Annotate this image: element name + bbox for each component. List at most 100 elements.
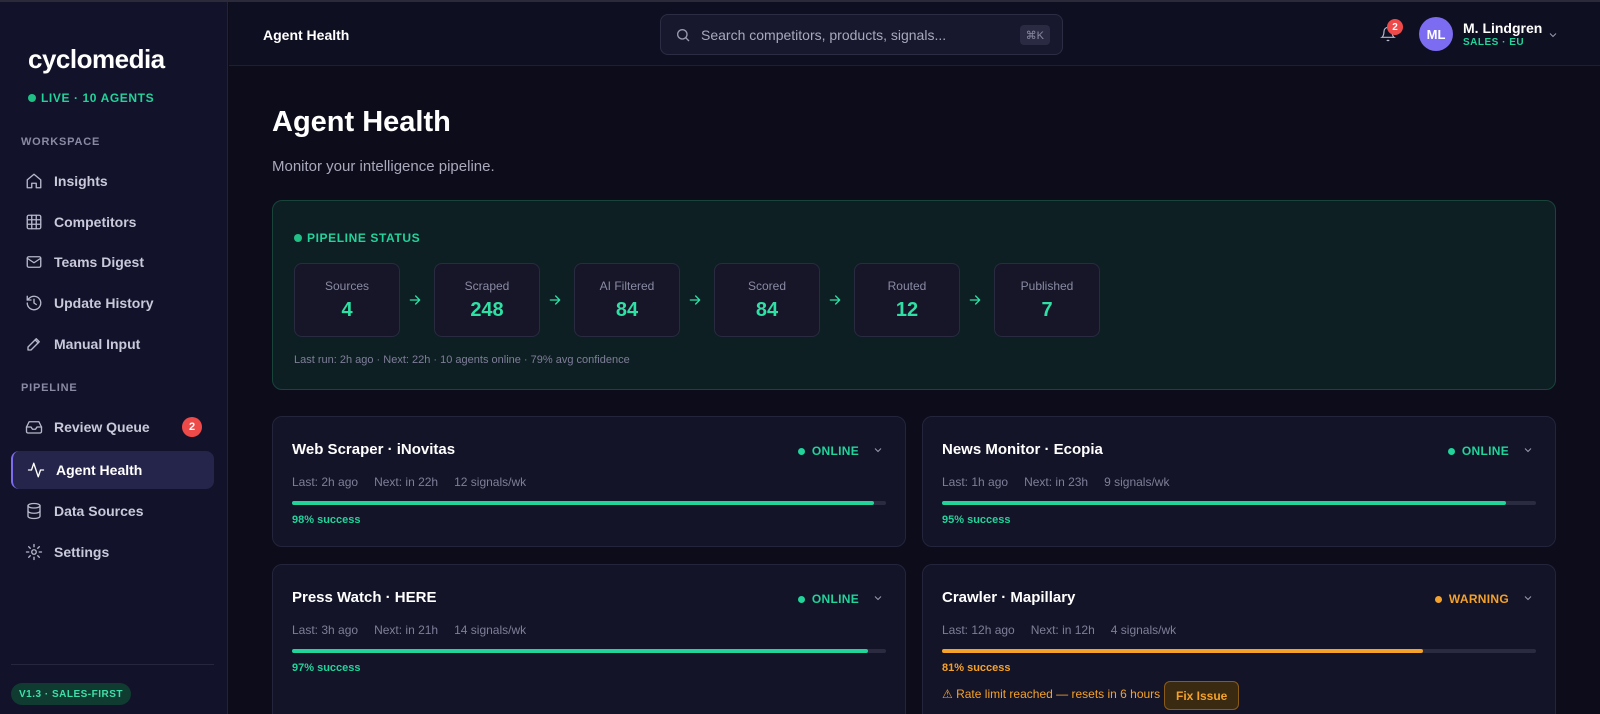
agent-next-run: Next: in 22h: [374, 475, 439, 489]
mail-icon: [25, 253, 43, 271]
version-badge: V1.3 · SALES-FIRST: [11, 683, 132, 705]
sidebar: cyclomedia LIVE · 10 AGENTS WORKSPACE In…: [0, 2, 228, 714]
agent-card-web-scraper[interactable]: Web Scraper · iNovitas ONLINE Last: 2h a…: [272, 416, 906, 547]
page-subtitle: Monitor your intelligence pipeline.: [272, 158, 495, 175]
stage-label: Published: [1020, 279, 1074, 293]
status-text: ONLINE: [811, 444, 859, 458]
success-progress-fill: [942, 501, 1507, 505]
expand-chevron-down-icon[interactable]: [872, 591, 884, 603]
success-progress-bar: [292, 649, 886, 653]
expand-chevron-down-icon[interactable]: [1522, 443, 1534, 455]
success-progress-fill: [292, 649, 869, 653]
user-name[interactable]: M. Lindgren: [1463, 20, 1542, 36]
stage-value: 248: [470, 299, 504, 321]
agent-signals: 4 signals/wk: [1110, 623, 1177, 637]
agent-name: News Monitor · Ecopia: [942, 441, 1103, 458]
sidebar-item-competitors[interactable]: Competitors: [11, 203, 214, 241]
stage-value: 7: [1041, 299, 1053, 321]
sidebar-item-insights[interactable]: Insights: [11, 162, 214, 200]
expand-chevron-down-icon[interactable]: [872, 443, 884, 455]
fix-issue-button[interactable]: Fix Issue: [1164, 681, 1240, 710]
agent-last-run: Last: 12h ago: [942, 623, 1015, 637]
status-badge: WARNING: [1434, 592, 1509, 606]
user-menu-chevron-down-icon[interactable]: [1547, 28, 1559, 40]
home-icon: [25, 172, 43, 190]
sidebar-item-teams-digest[interactable]: Teams Digest: [11, 243, 214, 281]
pen-icon: [25, 335, 43, 353]
arrow-right-icon: [547, 292, 563, 308]
review-queue-badge: 2: [182, 417, 202, 437]
sidebar-divider: [11, 664, 214, 665]
agent-success-rate: 81% success: [942, 662, 1011, 674]
search-shortcut: ⌘K: [1019, 25, 1050, 45]
sidebar-item-label: Competitors: [54, 214, 137, 230]
pipeline-stage-scraped: Scraped 248: [434, 263, 540, 337]
sidebar-item-label: Review Queue: [54, 419, 150, 435]
agent-card-press-watch[interactable]: Press Watch · HERE ONLINE Last: 3h ago N…: [272, 564, 906, 714]
sidebar-item-update-history[interactable]: Update History: [11, 284, 214, 322]
sidebar-item-data-sources[interactable]: Data Sources: [11, 492, 214, 530]
success-progress-fill: [292, 501, 875, 505]
agent-card-crawler[interactable]: Crawler · Mapillary WARNING Last: 12h ag…: [922, 564, 1556, 714]
status-text: ONLINE: [1461, 444, 1509, 458]
agent-meta: Last: 1h ago Next: in 23h 9 signals/wk: [942, 475, 1169, 489]
stage-value: 4: [341, 299, 353, 321]
agent-success-rate: 95% success: [942, 514, 1011, 526]
pipeline-stage-published: Published 7: [994, 263, 1100, 337]
status-dot-icon: [294, 234, 302, 242]
pipeline-status-panel: PIPELINE STATUS Sources 4 Scraped 248 AI…: [272, 200, 1556, 390]
sidebar-item-review-queue[interactable]: Review Queue 2: [11, 408, 214, 446]
stage-value: 12: [895, 299, 919, 321]
agent-signals: 14 signals/wk: [454, 623, 527, 637]
agent-card-news-monitor[interactable]: News Monitor · Ecopia ONLINE Last: 1h ag…: [922, 416, 1556, 547]
agent-next-run: Next: in 12h: [1030, 623, 1095, 637]
sidebar-item-label: Agent Health: [56, 462, 143, 478]
user-role: SALES · EU: [1463, 37, 1525, 48]
search-icon: [677, 28, 690, 41]
stage-label: AI Filtered: [599, 279, 655, 293]
status-text: WARNING: [1448, 592, 1509, 606]
arrow-right-icon: [407, 292, 423, 308]
stage-label: Scraped: [464, 279, 510, 293]
workspace-section-label: WORKSPACE: [21, 136, 101, 148]
history-icon: [25, 294, 43, 312]
sidebar-item-settings[interactable]: Settings: [11, 533, 214, 571]
status-dot-icon: [797, 447, 805, 455]
agent-meta: Last: 2h ago Next: in 22h 12 signals/wk: [292, 475, 526, 489]
sidebar-item-manual-input[interactable]: Manual Input: [11, 325, 214, 363]
status-badge: ONLINE: [1447, 444, 1509, 458]
activity-icon: [27, 461, 45, 479]
sidebar-item-label: Teams Digest: [54, 254, 144, 270]
pipeline-status-label: PIPELINE STATUS: [294, 231, 420, 245]
pipeline-stage-scored: Scored 84: [714, 263, 820, 337]
arrow-right-icon: [827, 292, 843, 308]
search-box[interactable]: ⌘K: [660, 14, 1063, 55]
agent-success-rate: 98% success: [292, 514, 361, 526]
notification-count-badge: 2: [1387, 19, 1403, 35]
sidebar-item-label: Update History: [54, 295, 154, 311]
avatar[interactable]: ML: [1419, 17, 1453, 51]
expand-chevron-down-icon[interactable]: [1522, 591, 1534, 603]
app-logo[interactable]: cyclomedia: [28, 44, 165, 75]
sidebar-item-label: Manual Input: [54, 336, 141, 352]
agent-name: Web Scraper · iNovitas: [292, 441, 456, 458]
page-title: Agent Health: [272, 106, 451, 138]
agent-name: Crawler · Mapillary: [942, 589, 1076, 606]
agent-name: Press Watch · HERE: [292, 589, 437, 606]
pipeline-footer: Last run: 2h ago · Next: 22h · 10 agents…: [294, 354, 630, 366]
database-icon: [25, 502, 43, 520]
status-dot-icon: [1434, 595, 1442, 603]
stage-label: Scored: [747, 279, 787, 293]
search-input[interactable]: [701, 26, 1011, 43]
live-status-label: LIVE · 10 AGENTS: [41, 91, 155, 105]
agent-meta: Last: 3h ago Next: in 21h 14 signals/wk: [292, 623, 526, 637]
grid-icon: [25, 213, 43, 231]
stage-value: 84: [615, 299, 639, 321]
rate-limit-warning: ⚠ Rate limit reached — resets in 6 hours: [942, 687, 1161, 701]
sidebar-item-agent-health[interactable]: Agent Health: [11, 451, 214, 489]
live-dot-icon: [28, 94, 36, 102]
stage-label: Routed: [887, 279, 927, 293]
sidebar-item-label: Insights: [54, 173, 108, 189]
sidebar-item-label: Data Sources: [54, 503, 144, 519]
stage-label: Sources: [324, 279, 370, 293]
